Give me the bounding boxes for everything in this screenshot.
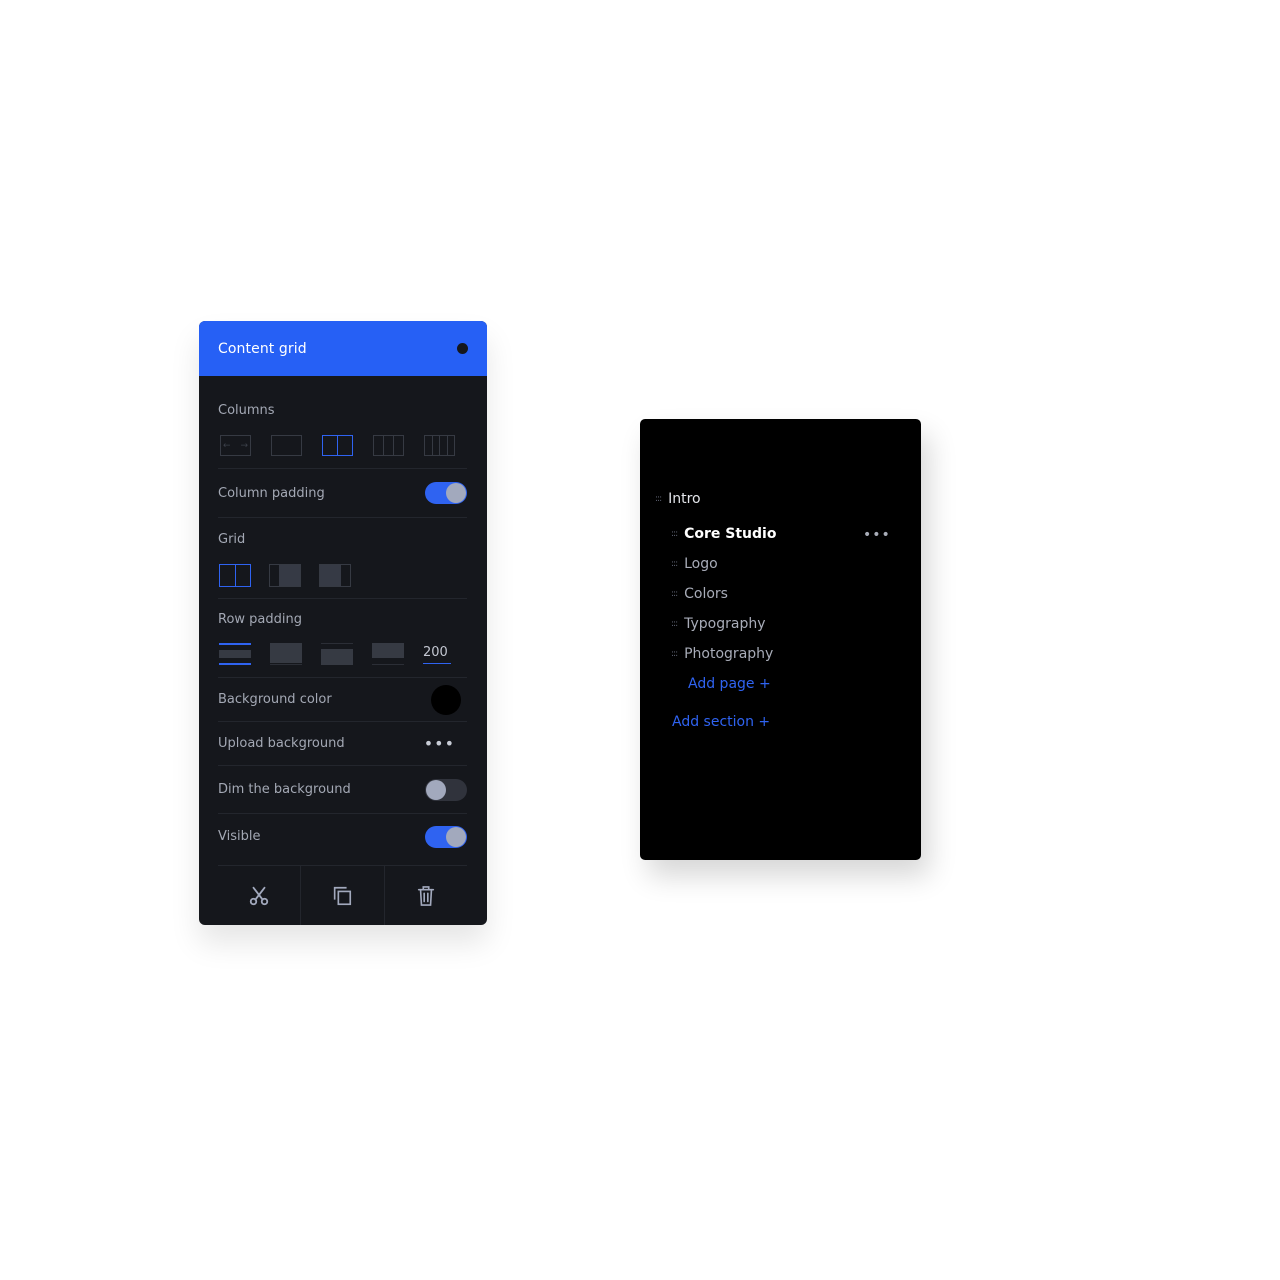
- content-grid-panel: Content grid Columns ← → Column padding G…: [199, 321, 487, 925]
- visible-label: Visible: [218, 829, 261, 844]
- copy-icon: [334, 886, 352, 905]
- trash-icon: [417, 885, 434, 906]
- page-item-colors[interactable]: ::: Colors: [671, 586, 728, 602]
- page-label: Typography: [684, 616, 766, 632]
- panel-header: Content grid: [199, 321, 487, 376]
- visible-row: Visible: [218, 814, 467, 859]
- add-page-link[interactable]: Add page +: [688, 676, 771, 692]
- drag-handle-icon[interactable]: :::: [671, 529, 678, 539]
- page-label: Core Studio: [684, 526, 777, 542]
- columns-options: ← →: [218, 435, 467, 456]
- grid-option-narrow-left[interactable]: [269, 564, 301, 587]
- page-label: Photography: [684, 646, 774, 662]
- dim-background-toggle[interactable]: [425, 778, 467, 801]
- row-padding-value[interactable]: 200: [423, 645, 451, 664]
- delete-button[interactable]: [385, 866, 467, 925]
- drag-handle-icon[interactable]: :::: [671, 649, 678, 659]
- add-section-link[interactable]: Add section +: [672, 714, 770, 730]
- columns-option-4[interactable]: [424, 435, 455, 456]
- page-tree-panel: ::: Intro ::: Core Studio ••• ::: Logo :…: [640, 419, 921, 860]
- dim-background-row: Dim the background: [218, 766, 467, 813]
- row-padding-label: Row padding: [218, 612, 302, 627]
- background-color-label: Background color: [218, 692, 332, 707]
- more-horizontal-icon[interactable]: •••: [424, 735, 455, 751]
- row-padding-option-large[interactable]: [321, 643, 353, 665]
- drag-handle-icon[interactable]: :::: [671, 589, 678, 599]
- more-horizontal-icon[interactable]: •••: [863, 527, 891, 543]
- page-item-logo[interactable]: ::: Logo: [671, 556, 718, 572]
- dim-background-label: Dim the background: [218, 782, 351, 797]
- circle-icon[interactable]: [457, 343, 468, 354]
- upload-background-label: Upload background: [218, 736, 345, 751]
- page-item-core-studio[interactable]: ::: Core Studio: [671, 526, 776, 542]
- drag-handle-icon[interactable]: :::: [655, 494, 662, 504]
- row-padding-options: 200: [218, 643, 467, 665]
- section-item-intro[interactable]: ::: Intro: [655, 491, 701, 507]
- page-label: Logo: [684, 556, 718, 572]
- column-padding-label: Column padding: [218, 485, 325, 501]
- grid-options: [218, 564, 467, 587]
- page-label: Colors: [684, 586, 728, 602]
- columns-option-full-width[interactable]: ← →: [220, 435, 251, 456]
- columns-option-2[interactable]: [322, 435, 353, 456]
- column-padding-row: Column padding: [218, 469, 467, 517]
- grid-option-equal-split[interactable]: [219, 564, 251, 587]
- grid-option-narrow-right[interactable]: [319, 564, 351, 587]
- cut-button[interactable]: [218, 866, 302, 925]
- page-item-typography[interactable]: ::: Typography: [671, 616, 765, 632]
- row-padding-option-xlarge[interactable]: [372, 643, 404, 665]
- page-item-photography[interactable]: ::: Photography: [671, 646, 773, 662]
- panel-footer: [218, 865, 467, 925]
- columns-label: Columns: [218, 403, 275, 418]
- row-padding-option-medium[interactable]: [270, 643, 302, 665]
- duplicate-button[interactable]: [301, 866, 385, 925]
- grid-label: Grid: [218, 532, 246, 547]
- visible-toggle[interactable]: [425, 825, 467, 848]
- background-color-row: Background color: [218, 678, 467, 721]
- columns-option-1[interactable]: [271, 435, 302, 456]
- upload-background-row: Upload background •••: [218, 722, 467, 765]
- drag-handle-icon[interactable]: :::: [671, 559, 678, 569]
- columns-option-3[interactable]: [373, 435, 404, 456]
- drag-handle-icon[interactable]: :::: [671, 619, 678, 629]
- column-padding-toggle[interactable]: [425, 482, 467, 504]
- section-label: Intro: [668, 491, 701, 507]
- arrows-horizontal-icon: ← →: [223, 440, 248, 451]
- panel-title: Content grid: [218, 340, 307, 357]
- row-padding-option-small[interactable]: [219, 643, 251, 665]
- scissors-icon: [249, 886, 269, 905]
- background-color-swatch[interactable]: [431, 684, 461, 715]
